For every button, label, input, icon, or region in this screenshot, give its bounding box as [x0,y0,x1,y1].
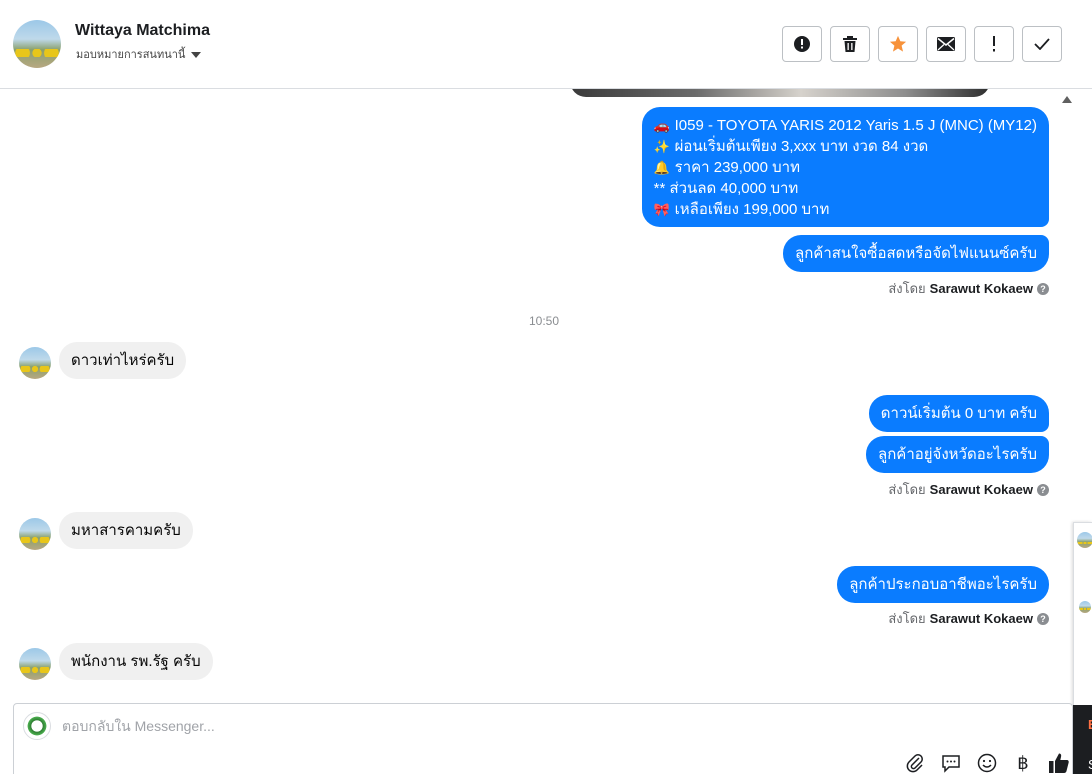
caret-down-icon [191,51,202,58]
bell-emoji-icon: 🔔 [653,160,670,175]
help-icon[interactable]: ? [1037,612,1049,625]
contact-avatar[interactable] [13,20,61,68]
car-photo-attachment[interactable] [570,89,990,97]
sent-by-info: ส่งโดย Sarawut Kokaew ? [888,608,1049,629]
contact-avatar-small[interactable] [19,648,51,680]
sender-name[interactable]: Sarawut Kokaew [930,281,1033,296]
check-icon [1034,38,1050,50]
thumbs-up-icon [1049,753,1069,773]
star-icon [889,35,907,52]
baht-icon: ฿ [1017,752,1029,773]
attach-file-button[interactable] [904,752,926,774]
side-label: S [1088,757,1092,772]
help-icon[interactable]: ? [1037,483,1049,496]
help-icon[interactable]: ? [1037,282,1049,295]
like-button[interactable] [1048,752,1070,774]
sent-by-info: ส่งโดย Sarawut Kokaew ? [888,479,1049,500]
offer-line: ** ส่วนลด 40,000 บาท [653,180,799,197]
contact-avatar-small[interactable] [19,518,51,550]
message-thread[interactable]: 🚗 I059 - TOYOTA YARIS 2012 Yaris 1.5 J (M… [0,89,1074,701]
outgoing-message[interactable]: ดาวน์เริ่มต้น 0 บาท ครับ [868,395,1049,432]
offer-line: ✨ ผ่อนเริ่มต้นเพียง 3,xxx บาท งวด 84 งวด [653,138,929,155]
incoming-message[interactable]: พนักงาน รพ.รัฐ ครับ [59,643,213,680]
mark-done-button[interactable] [1022,26,1062,62]
trash-icon [843,36,857,52]
follow-up-button[interactable] [974,26,1014,62]
offer-line: 🔔 ราคา 239,000 บาท [653,159,800,176]
emoji-button[interactable] [976,752,998,774]
side-badge: E [1088,717,1092,732]
side-avatar[interactable] [1079,601,1091,613]
ribbon-emoji-icon: 🎀 [653,202,670,217]
scroll-up-arrow-icon[interactable] [1062,96,1072,103]
paperclip-icon [906,754,923,773]
messenger-inbox-window: Wittaya Matchima มอบหมายการสนทนานี้ 🚗 I0… [0,0,1092,774]
mark-unread-button[interactable] [926,26,966,62]
incoming-message[interactable]: ดาวเท่าไหร่ครับ [59,342,187,379]
assign-conversation-dropdown[interactable]: มอบหมายการสนทนานี้ [76,45,202,63]
conversation-toolbar [782,26,1062,62]
composer-toolbar: ฿ [904,752,1070,774]
reply-composer: ฿ [13,703,1073,774]
smiley-icon [977,753,997,773]
offer-line: 🚗 I059 - TOYOTA YARIS 2012 Yaris 1.5 J (M… [653,117,1037,134]
star-button[interactable] [878,26,918,62]
incoming-message[interactable]: มหาสารคามครับ [59,512,193,549]
envelope-icon [937,37,955,51]
message-timestamp: 10:50 [528,314,560,328]
offer-line: 🎀 เหลือเพียง 199,000 บาท [653,201,830,218]
exclamation-icon [993,36,995,52]
car-offer-message[interactable]: 🚗 I059 - TOYOTA YARIS 2012 Yaris 1.5 J (M… [641,107,1049,227]
side-dark-panel-edge[interactable]: E S [1073,705,1092,774]
delete-button[interactable] [830,26,870,62]
outgoing-message[interactable]: ลูกค้าอยู่จังหวัดอะไรครับ [866,436,1049,473]
reply-input[interactable] [62,718,862,734]
alert-circle-icon [794,36,810,52]
saved-replies-button[interactable] [940,752,962,774]
page-logo-avatar [23,712,51,740]
report-spam-button[interactable] [782,26,822,62]
sender-name[interactable]: Sarawut Kokaew [930,482,1033,497]
conversation-header: Wittaya Matchima มอบหมายการสนทนานี้ [0,0,1092,89]
sent-by-info: ส่งโดย Sarawut Kokaew ? [888,278,1049,299]
payment-button[interactable]: ฿ [1012,752,1034,774]
contact-name[interactable]: Wittaya Matchima [75,22,210,40]
outgoing-message[interactable]: ลูกค้าสนใจซื้อสดหรือจัดไฟแนนซ์ครับ [783,235,1049,272]
assign-conversation-label: มอบหมายการสนทนานี้ [76,49,186,61]
sparkles-emoji-icon: ✨ [653,139,670,154]
car-emoji-icon: 🚗 [653,118,670,133]
chat-bubble-icon [942,755,960,773]
outgoing-message[interactable]: ลูกค้าประกอบอาชีพอะไรครับ [837,566,1049,603]
sender-name[interactable]: Sarawut Kokaew [930,611,1033,626]
contact-avatar-small[interactable] [19,347,51,379]
side-avatar[interactable] [1077,532,1092,548]
